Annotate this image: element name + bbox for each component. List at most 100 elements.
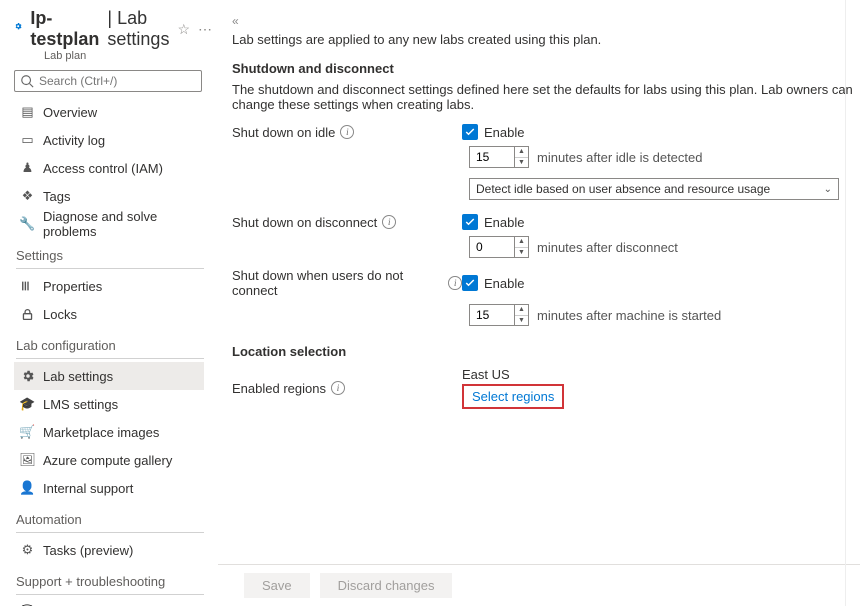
chevron-down-icon: ⌄ (824, 184, 832, 195)
sidebar-item-label: LMS settings (43, 397, 118, 412)
enabled-regions-value: East US (462, 367, 564, 382)
enabled-regions-label: Enabled regions (232, 381, 326, 396)
discard-button[interactable]: Discard changes (320, 573, 453, 598)
diagnose-icon: 🔧 (20, 217, 35, 232)
sidebar-item-activity-log[interactable]: ▭ Activity log (14, 126, 204, 154)
row-shutdown-idle: Shut down on idle i Enable (232, 124, 856, 140)
properties-icon (20, 279, 35, 294)
noconnect-label: Shut down when users do not connect (232, 268, 443, 298)
sidebar-item-internal-support[interactable]: 👤 Internal support (14, 474, 204, 502)
sidebar-item-label: Locks (43, 307, 77, 322)
info-icon[interactable]: i (340, 125, 354, 139)
sidebar-item-label: Overview (43, 105, 97, 120)
enable-label: Enable (484, 215, 524, 230)
noconnect-minutes-input[interactable] (470, 308, 514, 322)
idle-minutes-stepper[interactable]: ▲▼ (469, 146, 529, 168)
left-panel: Ip-testplan | Lab settings ☆ ⋯ Lab plan … (0, 0, 212, 606)
scrollbar[interactable] (845, 0, 860, 606)
location-heading: Location selection (232, 344, 856, 359)
noconnect-enable-checkbox[interactable]: Enable (462, 275, 524, 291)
sidebar-item-label: Lab settings (43, 369, 113, 384)
gear-icon (14, 18, 22, 40)
sidebar-item-overview[interactable]: ▤ Overview (14, 98, 204, 126)
checkbox-checked-icon (462, 275, 478, 291)
more-icon[interactable]: ⋯ (198, 21, 212, 38)
sidebar-item-compute-gallery[interactable]: 🖼 Azure compute gallery (14, 446, 204, 474)
sidebar-item-lms-settings[interactable]: 🎓 LMS settings (14, 390, 204, 418)
save-button[interactable]: Save (244, 573, 310, 598)
info-icon[interactable]: i (448, 276, 462, 290)
sidebar-item-marketplace-images[interactable]: 🛒 Marketplace images (14, 418, 204, 446)
lms-icon: 🎓 (20, 397, 35, 412)
idle-minutes-input[interactable] (470, 150, 514, 164)
sidebar-item-access-control[interactable]: ♟ Access control (IAM) (14, 154, 204, 182)
sidebar-item-label: Tasks (preview) (43, 543, 133, 558)
sidebar-item-label: Internal support (43, 481, 133, 496)
sidebar-item-label: Marketplace images (43, 425, 159, 440)
sidebar-item-label: Tags (43, 189, 70, 204)
sidebar-item-diagnose[interactable]: 🔧 Diagnose and solve problems (14, 210, 204, 238)
footer-bar: Save Discard changes (218, 564, 860, 606)
search-input[interactable] (14, 70, 202, 92)
disconnect-enable-checkbox[interactable]: Enable (462, 214, 524, 230)
collapse-sidebar-icon[interactable]: « (232, 14, 239, 28)
resource-section: | Lab settings (107, 8, 169, 50)
sidebar-item-new-support-request[interactable]: 💬 New Support Request (14, 598, 204, 606)
internal-support-icon: 👤 (20, 481, 35, 496)
select-value: Detect idle based on user absence and re… (476, 182, 770, 196)
sidebar-item-tasks[interactable]: ⚙ Tasks (preview) (14, 536, 204, 564)
sidebar-section-settings: Settings (16, 248, 204, 269)
sidebar-search (14, 70, 202, 92)
disconnect-suffix: minutes after disconnect (537, 240, 678, 255)
row-shutdown-disconnect: Shut down on disconnect i Enable (232, 214, 856, 230)
resource-type: Lab plan (44, 50, 212, 62)
shutdown-heading: Shutdown and disconnect (232, 61, 856, 76)
page-intro: Lab settings are applied to any new labs… (232, 32, 856, 47)
enable-label: Enable (484, 125, 524, 140)
sidebar-section-automation: Automation (16, 512, 204, 533)
enable-label: Enable (484, 276, 524, 291)
sidebar-item-label: Access control (IAM) (43, 161, 163, 176)
sidebar-item-label: Diagnose and solve problems (43, 209, 200, 239)
disconnect-minutes-stepper[interactable]: ▲▼ (469, 236, 529, 258)
select-regions-link[interactable]: Select regions (462, 384, 564, 409)
sidebar-item-tags[interactable]: ❖ Tags (14, 182, 204, 210)
tags-icon: ❖ (20, 189, 35, 204)
idle-enable-checkbox[interactable]: Enable (462, 124, 524, 140)
sidebar-item-label: Properties (43, 279, 102, 294)
disconnect-minutes-input[interactable] (470, 240, 514, 254)
sidebar-item-locks[interactable]: Locks (14, 300, 204, 328)
info-icon[interactable]: i (382, 215, 396, 229)
checkbox-checked-icon (462, 214, 478, 230)
row-shutdown-noconnect: Shut down when users do not connect i En… (232, 268, 856, 298)
idle-label: Shut down on idle (232, 125, 335, 140)
search-icon (20, 74, 34, 88)
compute-gallery-icon: 🖼 (20, 453, 35, 468)
marketplace-icon: 🛒 (20, 425, 35, 440)
overview-icon: ▤ (20, 105, 35, 120)
stepper-arrows[interactable]: ▲▼ (514, 237, 528, 257)
content-pane: « Lab settings are applied to any new la… (218, 0, 860, 606)
idle-detection-select[interactable]: Detect idle based on user absence and re… (469, 178, 839, 200)
disconnect-label: Shut down on disconnect (232, 215, 377, 230)
stepper-arrows[interactable]: ▲▼ (514, 305, 528, 325)
sidebar-section-support: Support + troubleshooting (16, 574, 204, 595)
sidebar-item-properties[interactable]: Properties (14, 272, 204, 300)
info-icon[interactable]: i (331, 381, 345, 395)
activity-log-icon: ▭ (20, 133, 35, 148)
tasks-icon: ⚙ (20, 543, 35, 558)
noconnect-minutes-stepper[interactable]: ▲▼ (469, 304, 529, 326)
noconnect-suffix: minutes after machine is started (537, 308, 721, 323)
shutdown-desc: The shutdown and disconnect settings def… (232, 82, 856, 112)
idle-suffix: minutes after idle is detected (537, 150, 702, 165)
sidebar-item-label: Azure compute gallery (43, 453, 172, 468)
gear-icon (20, 369, 35, 384)
sidebar-item-lab-settings[interactable]: Lab settings (14, 362, 204, 390)
sidebar-item-label: Activity log (43, 133, 105, 148)
favorite-icon[interactable]: ☆ (177, 21, 190, 38)
stepper-arrows[interactable]: ▲▼ (514, 147, 528, 167)
lock-icon (20, 307, 35, 322)
access-control-icon: ♟ (20, 161, 35, 176)
checkbox-checked-icon (462, 124, 478, 140)
resource-name: Ip-testplan (30, 8, 99, 50)
